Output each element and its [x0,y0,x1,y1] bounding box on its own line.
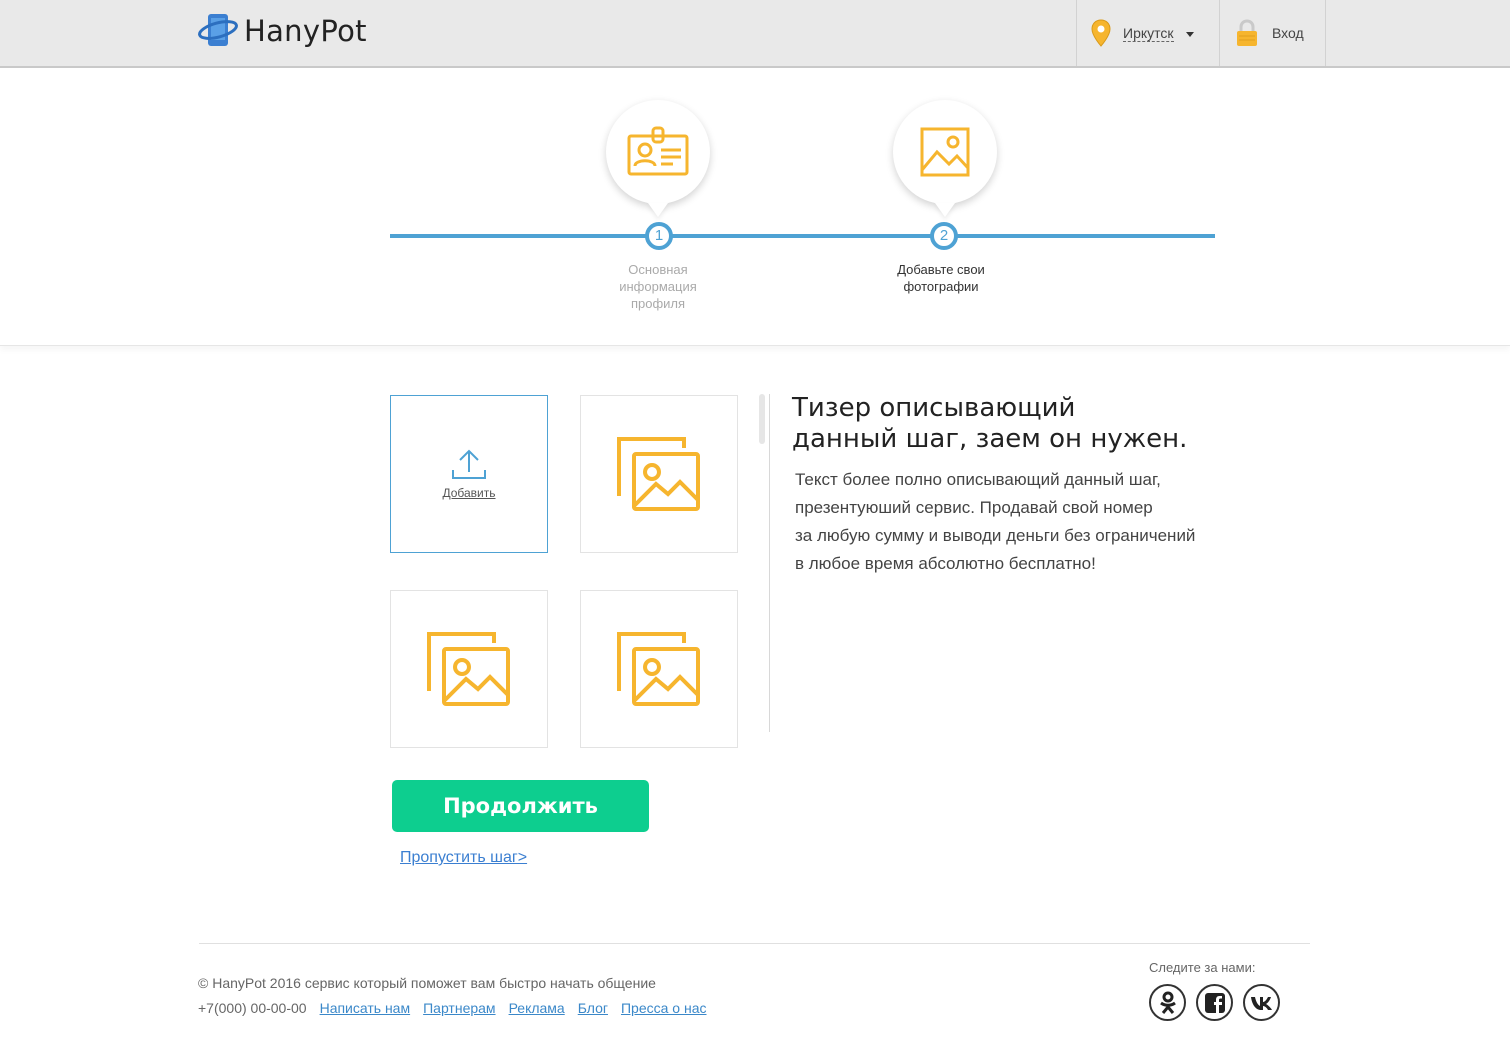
odnoklassniki-icon[interactable] [1149,984,1186,1021]
step-2-bubble [893,100,997,204]
photo-slot[interactable] [390,590,548,748]
footer-links: +7(000) 00-00-00 Написать нам Партнерам … [198,1000,707,1016]
footer-link-partners[interactable]: Партнерам [423,1000,495,1016]
teaser-title: Тизер описывающий данный шаг, заем он ну… [792,393,1188,454]
upload-label[interactable]: Добавить [442,486,495,500]
progress-track [390,234,1215,238]
teaser-description: Текст более полно описывающий данный шаг… [795,470,1196,573]
photo-slot[interactable] [580,395,738,553]
location-pin-icon [1091,19,1111,47]
footer-link-press[interactable]: Пресса о нас [621,1000,707,1016]
vk-icon[interactable] [1243,984,1280,1021]
footer-link-ads[interactable]: Реклама [509,1000,565,1016]
image-placeholder-icon [617,437,700,511]
step-2-label: Добавьте свои фотографии [897,262,985,294]
photo-slot[interactable] [580,590,738,748]
footer-copyright: © HanyPot 2016 сервис который поможет ва… [198,975,656,991]
logo[interactable]: HanyPot [198,12,367,50]
step-2-number[interactable]: 2 [930,222,958,250]
scrollbar-thumb[interactable] [759,394,765,444]
brand-name: HanyPot [244,14,367,48]
top-header: HanyPot Иркутск Вход [0,0,1510,68]
phone-orbit-icon [198,14,238,46]
upload-icon [452,449,486,479]
social-links [1149,984,1280,1021]
footer-link-contact[interactable]: Написать нам [320,1000,411,1016]
login-label: Вход [1272,25,1304,41]
upload-photo-tile[interactable]: Добавить [390,395,548,553]
progress-steps: 1 2 Основная информация профиля Добавьте… [0,68,1510,346]
follow-label: Следите за нами: [1149,960,1256,975]
image-placeholder-icon [617,632,700,706]
continue-button[interactable]: Продолжить [392,780,649,832]
step-1-label: Основная информация профиля [619,262,697,311]
skip-step-link[interactable]: Пропустить шаг> [400,849,527,867]
facebook-icon[interactable] [1196,984,1233,1021]
footer-phone: +7(000) 00-00-00 [198,1000,307,1016]
lock-icon [1237,19,1257,46]
id-card-icon [627,126,689,176]
login-button[interactable]: Вход [1219,0,1326,66]
image-placeholder-icon [427,632,510,706]
footer-link-blog[interactable]: Блог [578,1000,608,1016]
image-icon [920,127,970,177]
vertical-divider [769,394,770,732]
chevron-down-icon[interactable] [1185,32,1194,37]
footer-divider [199,943,1310,944]
city-label[interactable]: Иркутск [1123,25,1174,42]
step-1-number[interactable]: 1 [645,222,673,250]
city-selector[interactable]: Иркутск [1076,0,1220,66]
step-1-bubble [606,100,710,204]
